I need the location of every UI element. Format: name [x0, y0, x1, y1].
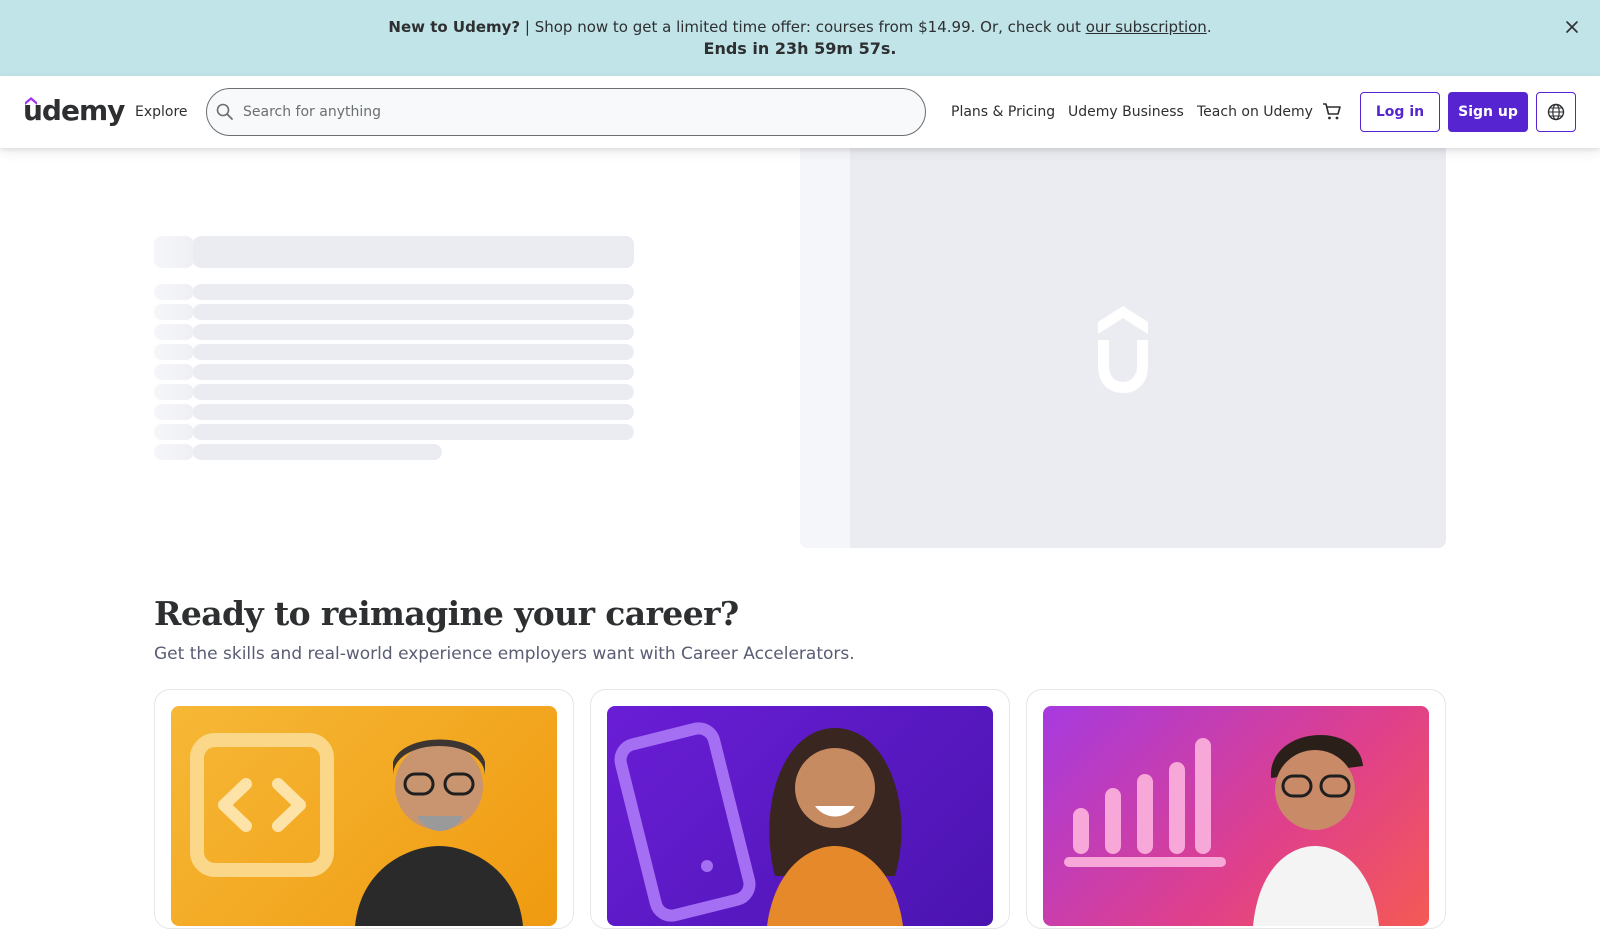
skeleton-line [193, 344, 634, 360]
skeleton-line [193, 324, 634, 340]
logo-text: udemy [23, 94, 125, 127]
career-card-developer[interactable] [154, 689, 574, 929]
skeleton-line-fade [154, 404, 194, 420]
language-button[interactable] [1536, 92, 1576, 132]
promo-banner: New to Udemy? | Shop now to get a limite… [0, 0, 1600, 76]
skeleton-line [193, 404, 634, 420]
skeleton-line-fade [154, 444, 194, 460]
skeleton-line-fade [154, 344, 194, 360]
search-input[interactable] [243, 101, 903, 123]
cart-icon[interactable] [1321, 100, 1343, 122]
skeleton-line [193, 364, 634, 380]
hero-media-placeholder [800, 148, 1446, 548]
hero-media-fade [800, 148, 850, 548]
login-button[interactable]: Log in [1360, 92, 1440, 132]
skeleton-line-fade [154, 424, 194, 440]
skeleton-line-fade [154, 304, 194, 320]
promo-text: | Shop now to get a limited time offer: … [520, 18, 1086, 36]
globe-icon [1547, 103, 1565, 121]
search-icon [215, 102, 235, 122]
search-bar[interactable] [206, 88, 926, 136]
close-icon[interactable] [1562, 17, 1582, 37]
skeleton-line-fade [154, 284, 194, 300]
skeleton-title [193, 236, 634, 268]
site-header: udemy Explore Plans & Pricing Udemy Busi… [0, 76, 1600, 148]
promo-countdown: Ends in 23h 59m 57s. [703, 39, 897, 58]
career-card-image [1043, 706, 1429, 926]
skeleton-line [193, 384, 634, 400]
skeleton-title-fade [154, 236, 194, 268]
subscription-link[interactable]: our subscription [1086, 18, 1207, 36]
career-card-image [607, 706, 993, 926]
promo-message: New to Udemy? | Shop now to get a limite… [0, 17, 1600, 37]
career-card-mobile[interactable] [590, 689, 1010, 929]
udemy-mark-icon [1098, 306, 1148, 393]
skeleton-line [193, 424, 634, 440]
teach-on-udemy-link[interactable]: Teach on Udemy [1197, 102, 1313, 122]
skeleton-line-fade [154, 324, 194, 340]
plans-pricing-link[interactable]: Plans & Pricing [951, 102, 1055, 122]
skeleton-line [193, 284, 634, 300]
udemy-business-link[interactable]: Udemy Business [1068, 102, 1184, 122]
skeleton-line-fade [154, 384, 194, 400]
career-card-data[interactable] [1026, 689, 1446, 929]
skeleton-line [193, 444, 442, 460]
signup-button[interactable]: Sign up [1448, 92, 1528, 132]
explore-link[interactable]: Explore [135, 102, 188, 122]
career-section-subtitle: Get the skills and real-world experience… [154, 644, 855, 664]
skeleton-line [193, 304, 634, 320]
udemy-logo[interactable]: udemy [23, 94, 125, 128]
skeleton-line-fade [154, 364, 194, 380]
career-section-title: Ready to reimagine your career? [154, 594, 739, 633]
career-card-image [171, 706, 557, 926]
promo-bold: New to Udemy? [388, 18, 521, 36]
promo-suffix: . [1206, 18, 1212, 36]
